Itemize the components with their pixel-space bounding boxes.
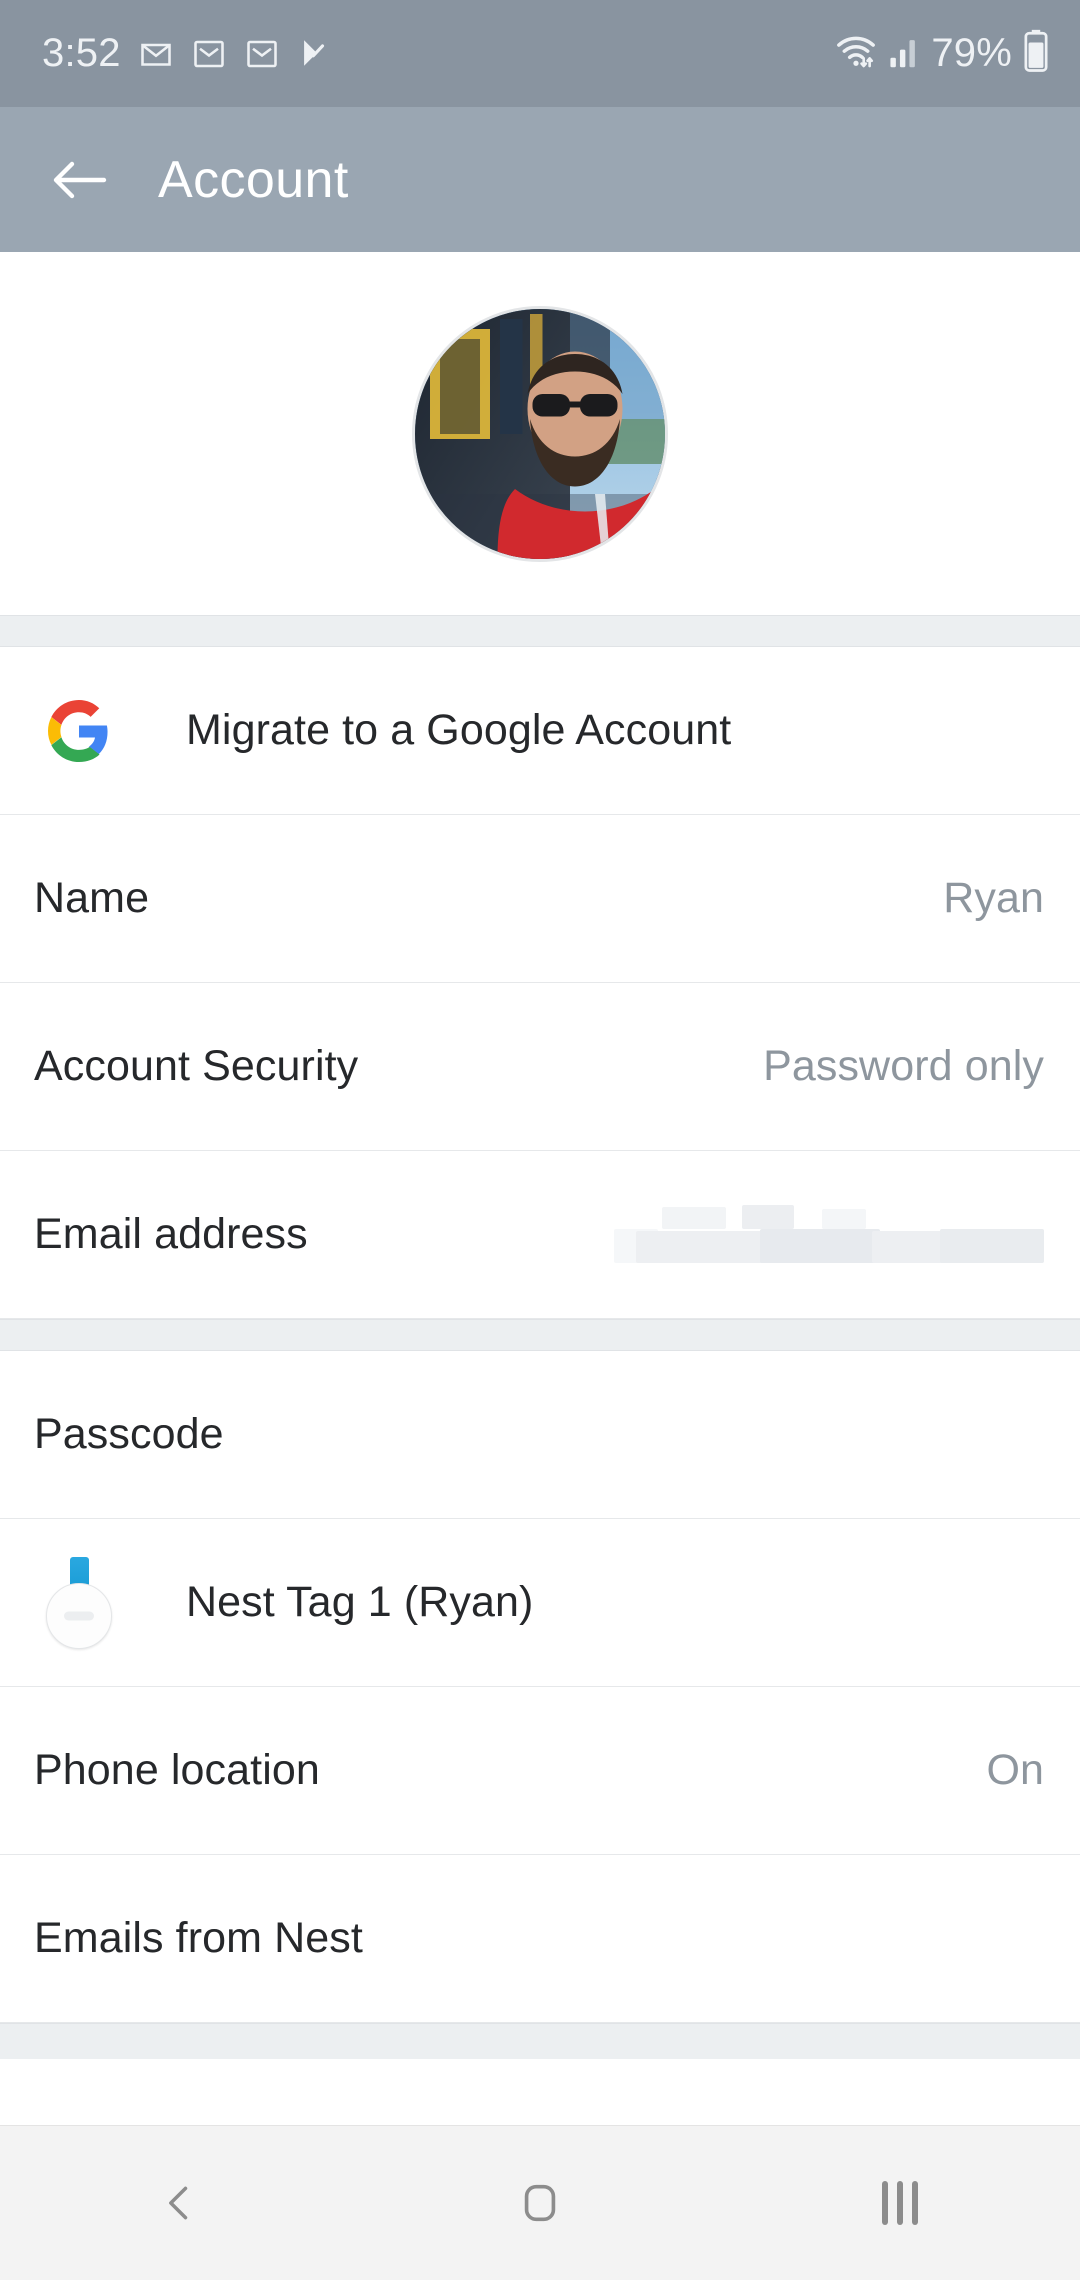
redacted-email-value [614,1203,1044,1267]
status-bar-right: 79% [835,29,1050,78]
row-nest-tag-1[interactable]: Nest Tag 1 (Ryan) [0,1519,1080,1687]
avatar[interactable] [412,305,668,562]
status-bar: 3:52 79% [0,0,1080,107]
nest-tag-disc [46,1582,112,1649]
row-email-address[interactable]: Email address [0,1151,1080,1319]
section-divider [0,2023,1080,2059]
gmail-icon [191,36,227,72]
wifi-icon [835,30,877,77]
row-label: Name [34,874,150,922]
status-bar-clock: 3:52 [42,31,121,75]
gmail-icon [138,36,174,72]
row-label: Migrate to a Google Account [186,706,732,754]
system-navigation-bar [0,2125,1080,2280]
list-bottom-spacer [0,2059,1080,2111]
battery-percent-label: 79% [931,31,1012,75]
row-name[interactable]: Name Ryan [0,815,1080,983]
nav-recents-button[interactable] [810,2126,990,2280]
row-emails-from-nest[interactable]: Emails from Nest [0,1855,1080,2023]
row-label: Account Security [34,1042,359,1090]
row-label: Nest Tag 1 (Ryan) [186,1578,534,1626]
tasks-icon [297,36,333,72]
nav-home-button[interactable] [450,2126,630,2280]
settings-list: Migrate to a Google Account Name Ryan Ac… [0,252,1080,2125]
row-label: Phone location [34,1746,320,1794]
gmail-icon [244,36,280,72]
row-label: Emails from Nest [34,1914,363,1962]
row-phone-location[interactable]: Phone location On [0,1687,1080,1855]
section-divider [0,615,1080,647]
google-g-icon [34,686,124,776]
row-value: Password only [763,1042,1044,1090]
nav-back-button[interactable] [90,2126,270,2280]
row-value: Ryan [943,874,1044,922]
status-bar-left: 3:52 [42,31,333,76]
row-label: Email address [34,1210,308,1258]
back-button[interactable] [52,152,108,208]
nest-tag-icon [34,1556,124,1649]
nest-tag-glyph [37,1556,121,1649]
row-label: Passcode [34,1410,224,1458]
row-passcode[interactable]: Passcode [0,1351,1080,1519]
row-account-security[interactable]: Account Security Password only [0,983,1080,1151]
section-divider [0,1319,1080,1351]
row-migrate-google[interactable]: Migrate to a Google Account [0,647,1080,815]
page-title: Account [158,150,349,209]
recents-icon [882,2181,918,2225]
cellular-signal-icon [887,32,921,75]
battery-icon [1022,29,1050,78]
phone-screen: 3:52 79% Account Migrate to a Google Acc… [0,0,1080,2280]
profile-section [0,252,1080,615]
row-value: On [986,1746,1044,1794]
app-bar: Account [0,107,1080,252]
